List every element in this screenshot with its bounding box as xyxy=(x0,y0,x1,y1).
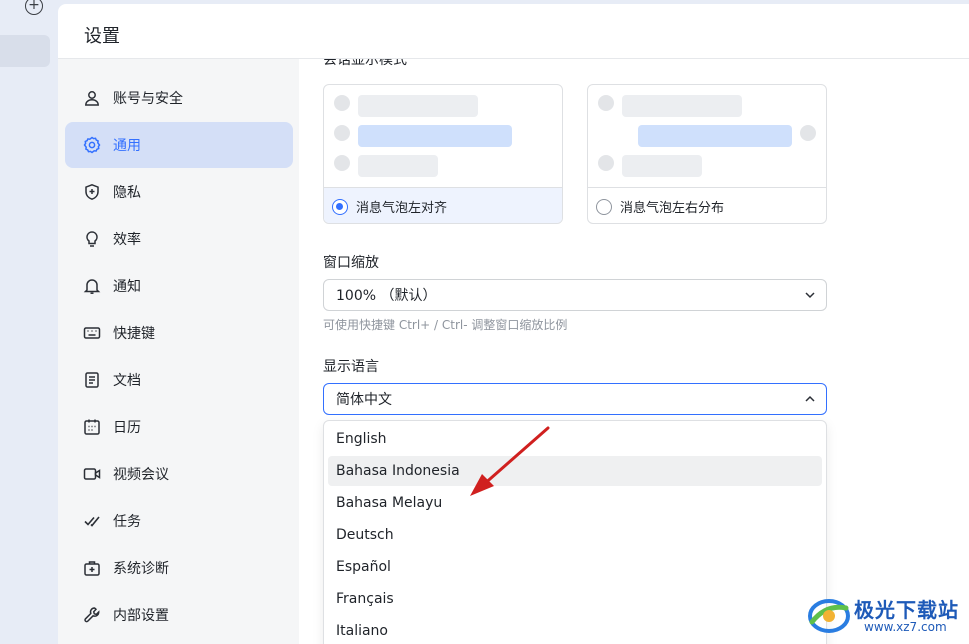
calendar-icon xyxy=(83,418,101,436)
annotation-arrow-icon xyxy=(470,426,550,496)
language-value: 简体中文 xyxy=(336,392,392,408)
zoom-select[interactable]: 100% （默认） xyxy=(323,279,827,311)
lightbulb-icon xyxy=(83,230,101,248)
language-option-deutsch[interactable]: Deutsch xyxy=(328,520,822,550)
radio-button-checked[interactable] xyxy=(332,198,348,215)
add-icon[interactable]: + xyxy=(25,0,43,15)
language-option-italiano[interactable]: Italiano xyxy=(328,616,822,644)
nav-item-internal-settings[interactable]: 内部设置 xyxy=(65,592,293,638)
wrench-icon xyxy=(83,606,101,624)
nav-item-docs[interactable]: 文档 xyxy=(65,357,293,403)
layout-preview xyxy=(324,85,562,187)
bubble-split-card[interactable]: 消息气泡左右分布 xyxy=(587,84,827,224)
video-icon xyxy=(83,465,101,483)
nav-item-diagnostics[interactable]: 系统诊断 xyxy=(65,545,293,591)
keyboard-icon xyxy=(83,324,101,342)
language-option-english[interactable]: English xyxy=(328,424,822,454)
section-label-cut: 会话显示模式 xyxy=(323,59,407,68)
nav-item-account-security[interactable]: 账号与安全 xyxy=(65,75,293,121)
chevron-down-icon xyxy=(805,292,815,299)
gear-icon xyxy=(83,136,101,154)
watermark-logo-icon xyxy=(808,599,850,633)
language-label: 显示语言 xyxy=(323,359,379,375)
radio-button[interactable] xyxy=(596,198,612,215)
language-option-francais[interactable]: Français xyxy=(328,584,822,614)
option-label: 消息气泡左右分布 xyxy=(620,201,725,216)
watermark-url: www.xz7.com xyxy=(864,620,947,634)
document-icon xyxy=(83,371,101,389)
nav-item-label: 任务 xyxy=(113,514,141,530)
settings-content: 会话显示模式 消息气泡左对齐 消息气泡左右分布 窗口缩放 100% （默认） 可… xyxy=(299,59,969,644)
bell-icon xyxy=(83,277,101,295)
nav-item-shortcuts[interactable]: 快捷键 xyxy=(65,310,293,356)
app-sidebar: + xyxy=(0,0,58,644)
nav-item-label: 隐私 xyxy=(113,185,141,201)
nav-item-general[interactable]: 通用 xyxy=(65,122,293,168)
nav-item-label: 账号与安全 xyxy=(113,91,183,107)
zoom-label: 窗口缩放 xyxy=(323,255,379,271)
nav-item-tasks[interactable]: 任务 xyxy=(65,498,293,544)
settings-nav: 账号与安全 通用 隐私 效率 通知 快捷键 文档 日历 视频会议 任务 系统诊断… xyxy=(58,59,299,644)
nav-item-notifications[interactable]: 通知 xyxy=(65,263,293,309)
language-select[interactable]: 简体中文 xyxy=(323,383,827,415)
nav-item-label: 快捷键 xyxy=(113,326,155,342)
task-check-icon xyxy=(83,512,101,530)
zoom-value: 100% （默认） xyxy=(336,288,437,304)
medical-kit-icon xyxy=(83,559,101,577)
language-option-bahasa-indonesia[interactable]: Bahasa Indonesia xyxy=(328,456,822,486)
option-label: 消息气泡左对齐 xyxy=(356,201,448,216)
nav-item-efficiency[interactable]: 效率 xyxy=(65,216,293,262)
settings-window: 设置 账号与安全 通用 隐私 效率 通知 快捷键 文档 日历 视频会议 任务 系… xyxy=(58,4,969,644)
user-icon xyxy=(83,89,101,107)
chevron-up-icon xyxy=(805,395,815,402)
layout-preview xyxy=(588,85,826,187)
watermark-text: 极光下载站 xyxy=(854,598,959,622)
nav-item-label: 日历 xyxy=(113,420,141,436)
sidebar-active-item[interactable] xyxy=(0,35,50,67)
nav-item-label: 视频会议 xyxy=(113,467,169,483)
nav-item-label: 通知 xyxy=(113,279,141,295)
nav-item-label: 文档 xyxy=(113,373,141,389)
shield-icon xyxy=(83,183,101,201)
nav-item-label: 内部设置 xyxy=(113,608,169,624)
window-title: 设置 xyxy=(84,26,120,47)
zoom-hint: 可使用快捷键 Ctrl+ / Ctrl- 调整窗口缩放比例 xyxy=(323,318,568,332)
bubble-left-aligned-card[interactable]: 消息气泡左对齐 xyxy=(323,84,563,224)
nav-item-calendar[interactable]: 日历 xyxy=(65,404,293,450)
language-dropdown: English Bahasa Indonesia Bahasa Melayu D… xyxy=(323,420,827,644)
nav-item-label: 效率 xyxy=(113,232,141,248)
nav-item-video-meeting[interactable]: 视频会议 xyxy=(65,451,293,497)
nav-item-privacy[interactable]: 隐私 xyxy=(65,169,293,215)
language-option-bahasa-melayu[interactable]: Bahasa Melayu xyxy=(328,488,822,518)
nav-item-label: 通用 xyxy=(113,138,141,154)
watermark: 极光下载站 www.xz7.com xyxy=(806,588,966,640)
nav-item-label: 系统诊断 xyxy=(113,561,169,577)
language-option-espanol[interactable]: Español xyxy=(328,552,822,582)
